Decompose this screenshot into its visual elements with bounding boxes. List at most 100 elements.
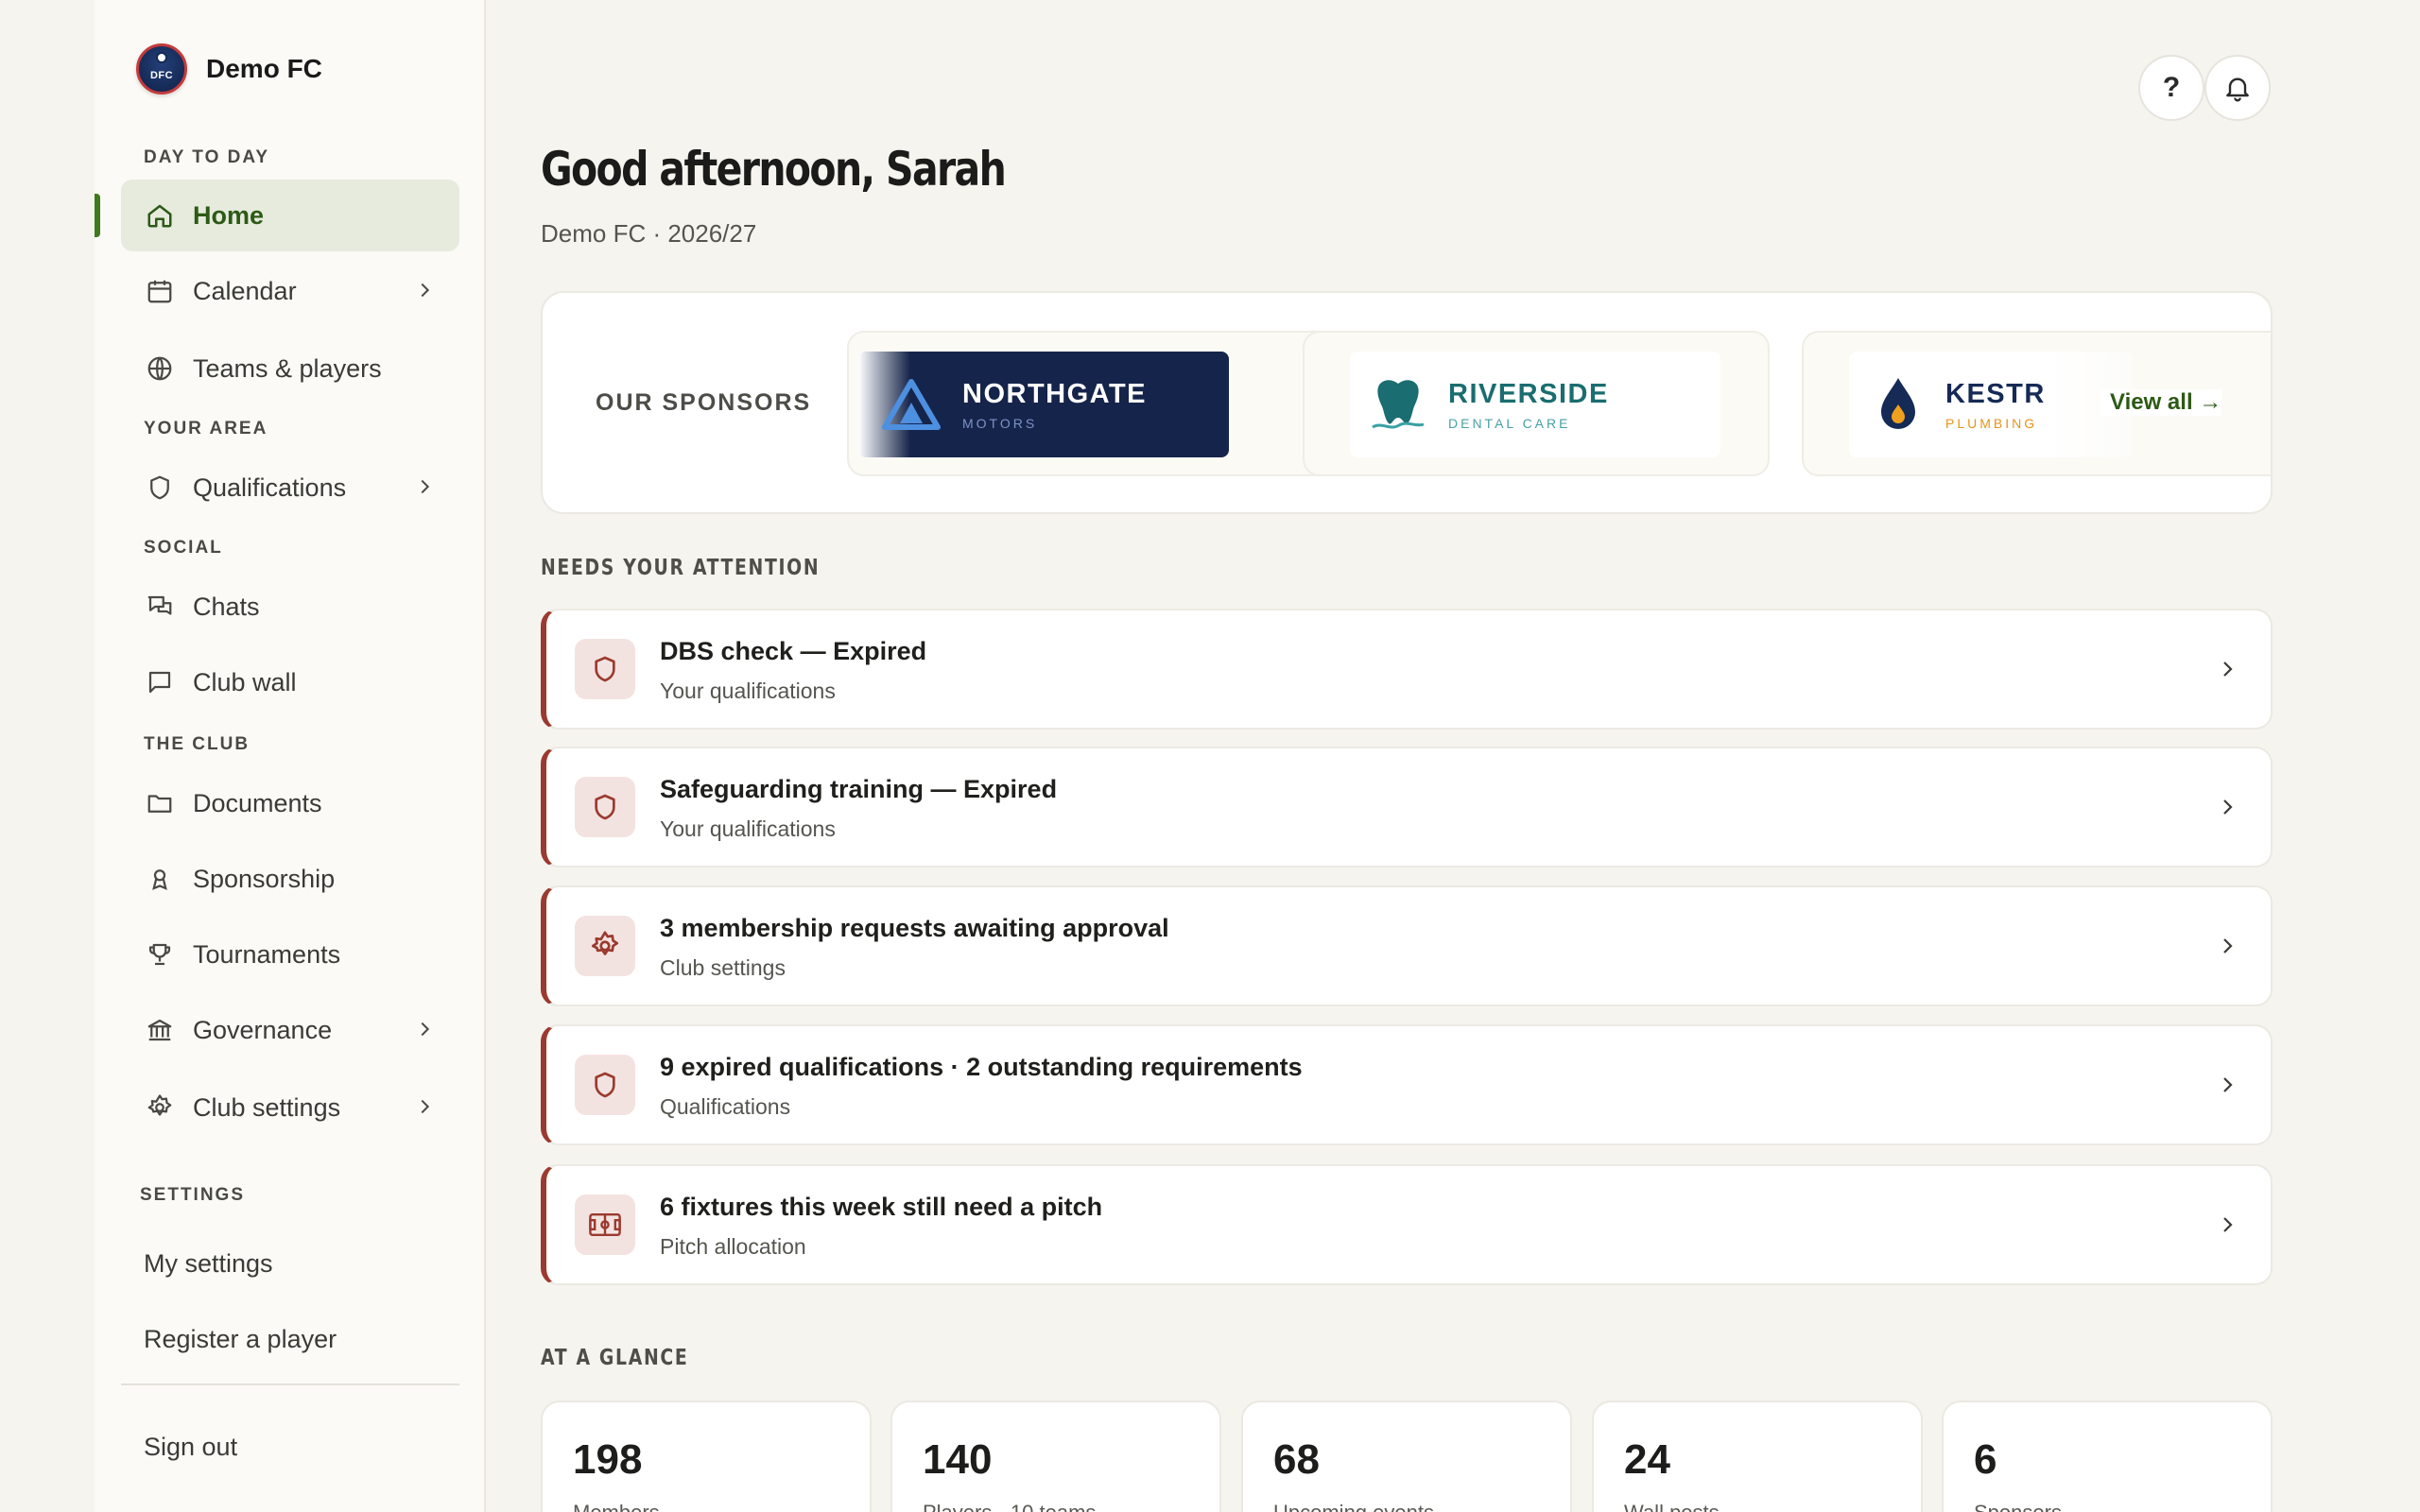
stat-label: Players · 10 teams (923, 1501, 1096, 1512)
my-settings-link[interactable]: My settings (144, 1249, 273, 1279)
attention-title: 6 fixtures this week still need a pitch (660, 1193, 1103, 1221)
sponsor-logo-kestrel: KESTR PLUMBING (1849, 352, 2133, 457)
stat-value: 24 (1624, 1436, 1670, 1483)
attention-subtitle: Club settings (660, 955, 786, 980)
shield-icon (144, 472, 176, 504)
stat-card-players[interactable]: 140 Players · 10 teams (890, 1400, 1221, 1512)
triangle-logo-icon (882, 379, 941, 430)
stat-label: Sponsors (1974, 1501, 2062, 1512)
sponsor-subtitle: DENTAL CARE (1448, 415, 1571, 431)
chevron-right-icon (421, 1099, 430, 1114)
football-icon (156, 52, 167, 63)
attention-item[interactable]: 9 expired qualifications · 2 outstanding… (541, 1024, 2273, 1145)
attention-item[interactable]: DBS check — Expired Your qualifications (541, 609, 2273, 730)
chevron-right-icon (421, 283, 430, 298)
club-brand[interactable]: DFC Demo FC (136, 43, 322, 94)
gear-icon (575, 916, 635, 976)
sidebar-item-chats[interactable]: Chats (121, 571, 459, 643)
nav-section-your-area: YOUR AREA (144, 419, 268, 438)
sponsor-logo-riverside: RIVERSIDE DENTAL CARE (1350, 352, 1720, 457)
shield-icon (575, 1055, 635, 1115)
sidebar-item-label: Qualifications (193, 472, 347, 502)
sponsor-tile-riverside[interactable]: RIVERSIDE DENTAL CARE (1303, 331, 1770, 476)
sidebar-item-club-wall[interactable]: Club wall (121, 646, 459, 718)
nav-section-social: SOCIAL (144, 538, 223, 558)
folder-icon (144, 787, 176, 819)
chevron-right-icon (421, 1022, 430, 1037)
sidebar-item-label: Teams & players (193, 353, 382, 383)
chevron-right-icon (2223, 938, 2233, 954)
stat-card-events[interactable]: 68 Upcoming events (1241, 1400, 1572, 1512)
view-all-sponsors-link[interactable]: View all → (2100, 389, 2222, 416)
sponsor-subtitle: MOTORS (962, 415, 1038, 431)
club-name: Demo FC (206, 54, 322, 83)
attention-title: Safeguarding training — Expired (660, 775, 1058, 803)
sidebar-item-label: Sponsorship (193, 864, 336, 893)
sidebar-item-tournaments[interactable]: Tournaments (121, 919, 459, 990)
sidebar-item-club-settings[interactable]: Club settings (121, 1072, 459, 1143)
stat-value: 6 (1974, 1436, 1997, 1483)
sidebar-item-documents[interactable]: Documents (121, 767, 459, 839)
attention-subtitle: Your qualifications (660, 816, 836, 841)
bell-icon (2226, 77, 2249, 102)
sign-out-link[interactable]: Sign out (144, 1433, 237, 1462)
sidebar-item-label: Club settings (193, 1092, 341, 1122)
sidebar-item-label: Calendar (193, 276, 297, 305)
sidebar-item-label: Documents (193, 788, 322, 817)
award-icon (144, 863, 176, 895)
sidebar: DFC Demo FC DAY TO DAY Home Calendar Tea… (95, 0, 486, 1512)
pitch-icon (575, 1194, 635, 1255)
attention-title: DBS check — Expired (660, 637, 927, 665)
sponsor-logo-northgate: NORTHGATE MOTORS (858, 352, 1229, 457)
stat-value: 68 (1273, 1436, 1320, 1483)
shield-icon (575, 639, 635, 699)
page-subtitle: Demo FC · 2026/27 (541, 219, 757, 248)
sidebar-item-home[interactable]: Home (121, 180, 459, 251)
attention-title: 3 membership requests awaiting approval (660, 914, 1169, 942)
chevron-right-icon (2223, 799, 2233, 815)
institution-icon (144, 1014, 176, 1046)
sidebar-item-sponsorship[interactable]: Sponsorship (121, 843, 459, 915)
attention-item[interactable]: 3 membership requests awaiting approval … (541, 885, 2273, 1006)
help-label: ? (2162, 72, 2181, 103)
sponsor-name: RIVERSIDE (1448, 378, 1609, 409)
sponsor-name: KESTR (1945, 378, 2046, 409)
sponsors-label: OUR SPONSORS (596, 389, 812, 416)
tooth-logo-icon (1372, 380, 1425, 429)
attention-item[interactable]: 6 fixtures this week still need a pitch … (541, 1164, 2273, 1285)
attention-item[interactable]: Safeguarding training — Expired Your qua… (541, 747, 2273, 868)
club-badge-text: DFC (149, 70, 174, 81)
app-root: DFC Demo FC DAY TO DAY Home Calendar Tea… (0, 0, 2420, 1512)
home-icon (144, 199, 176, 232)
stat-card-members[interactable]: 198 Members (541, 1400, 872, 1512)
stat-value: 140 (923, 1436, 993, 1483)
sidebar-item-label: Home (193, 200, 265, 230)
attention-heading: NEEDS YOUR ATTENTION (541, 556, 821, 580)
sidebar-item-teams-players[interactable]: Teams & players (121, 333, 459, 404)
sidebar-item-qualifications[interactable]: Qualifications (121, 452, 459, 524)
gear-icon (144, 1091, 176, 1124)
trophy-icon (144, 938, 176, 971)
chevron-right-icon (2223, 1077, 2233, 1092)
sidebar-item-label: Governance (193, 1015, 333, 1044)
active-indicator (95, 194, 100, 237)
register-player-link[interactable]: Register a player (144, 1325, 337, 1354)
chevron-right-icon (2223, 1217, 2233, 1232)
stat-label: Upcoming events (1273, 1501, 1434, 1512)
help-button[interactable]: ? (2138, 55, 2204, 121)
shield-icon (575, 777, 635, 837)
message-square-icon (144, 666, 176, 698)
club-badge-logo: DFC (136, 43, 187, 94)
stat-card-wall-posts[interactable]: 24 Wall posts (1592, 1400, 1923, 1512)
glance-heading: AT A GLANCE (541, 1346, 689, 1370)
attention-subtitle: Your qualifications (660, 679, 836, 703)
chevron-right-icon (421, 479, 430, 494)
chevron-right-icon (2223, 662, 2233, 677)
stat-label: Members (573, 1501, 660, 1512)
stat-card-sponsors[interactable]: 6 Sponsors (1942, 1400, 2273, 1512)
sidebar-item-label: Club wall (193, 667, 297, 696)
nav-section-day-to-day: DAY TO DAY (144, 147, 269, 167)
sidebar-item-calendar[interactable]: Calendar (121, 255, 459, 327)
notifications-button[interactable] (2204, 55, 2271, 121)
sidebar-item-governance[interactable]: Governance (121, 994, 459, 1066)
